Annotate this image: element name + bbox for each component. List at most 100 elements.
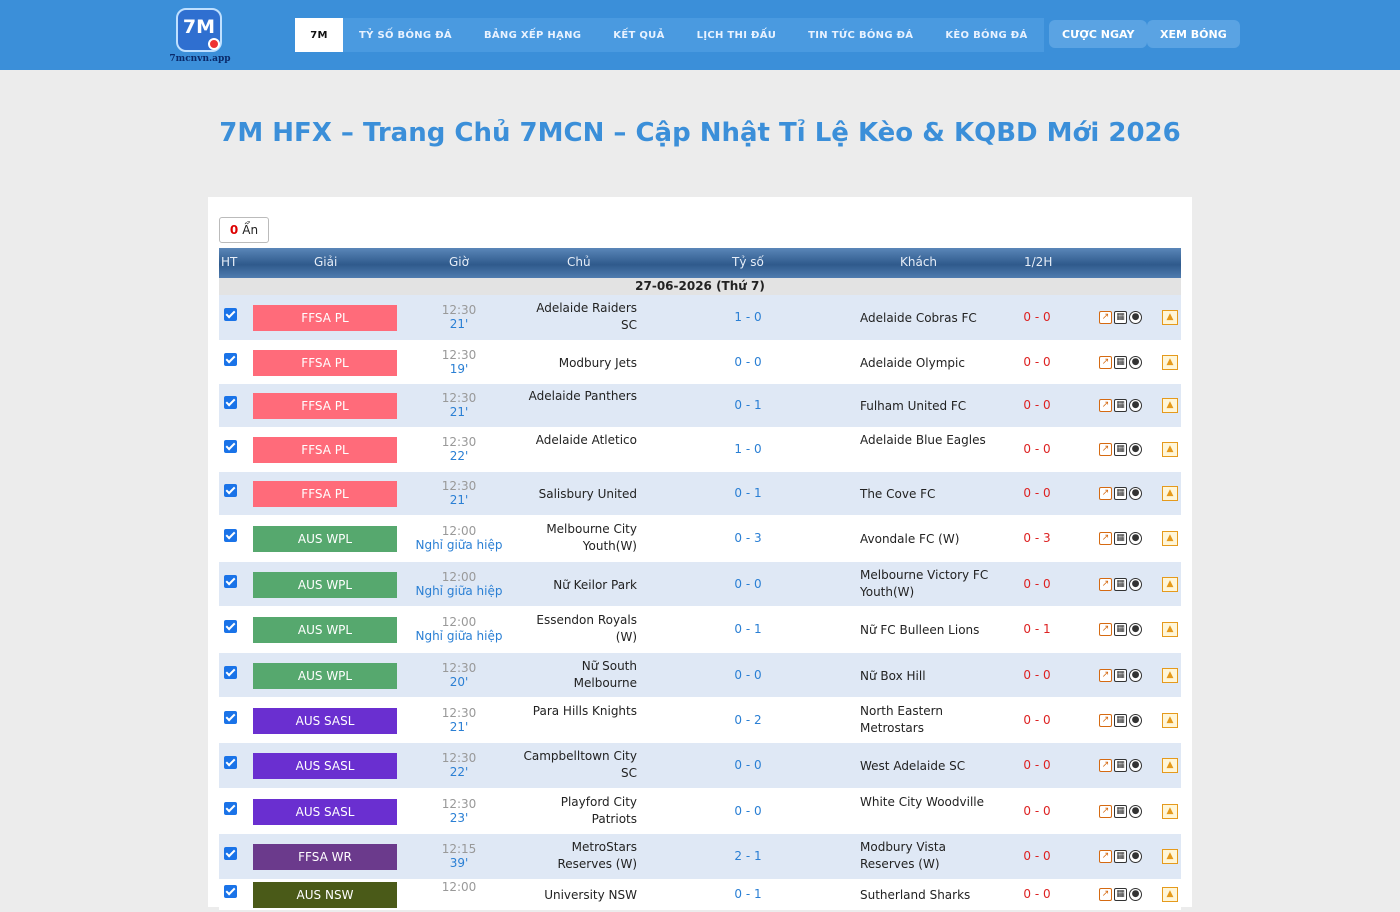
football-icon[interactable]: ●	[1129, 759, 1142, 772]
analysis-icon[interactable]: ▦	[1114, 532, 1127, 545]
away-team[interactable]: Modbury Vista Reserves (W)	[860, 839, 990, 873]
match-row[interactable]: AUS WPL 12:00 Nghỉ giữa hiệp Melbourne C…	[219, 516, 1181, 562]
match-score[interactable]: 0 - 1	[709, 622, 787, 636]
nav-item-6[interactable]: KÈO BÓNG ĐÁ	[929, 18, 1043, 52]
match-score[interactable]: 0 - 0	[709, 355, 787, 369]
away-team[interactable]: Sutherland Sharks	[860, 878, 990, 912]
odds-chart-icon[interactable]: ↗	[1099, 443, 1112, 456]
nav-item-0[interactable]: 7M	[295, 18, 343, 52]
match-score[interactable]: 1 - 0	[709, 442, 787, 456]
match-row[interactable]: AUS SASL 12:30 21' Para Hills Knights 0 …	[219, 698, 1181, 743]
match-score[interactable]: 1 - 0	[709, 310, 787, 324]
home-team[interactable]: Adelaide Raiders SC	[519, 300, 637, 334]
match-row[interactable]: FFSA PL 12:30 22' Adelaide Atletico 1 - …	[219, 428, 1181, 472]
analysis-icon[interactable]: ▦	[1114, 623, 1127, 636]
match-checkbox[interactable]	[224, 308, 237, 321]
home-team[interactable]: Nữ South Melbourne	[519, 658, 637, 692]
away-team[interactable]: Avondale FC (W)	[860, 522, 990, 556]
match-score[interactable]: 0 - 1	[709, 887, 787, 901]
pin-top-icon[interactable]: ▲	[1162, 622, 1178, 637]
football-icon[interactable]: ●	[1129, 487, 1142, 500]
league-badge[interactable]: FFSA PL	[253, 350, 397, 376]
analysis-icon[interactable]: ▦	[1114, 311, 1127, 324]
odds-chart-icon[interactable]: ↗	[1099, 714, 1112, 727]
odds-chart-icon[interactable]: ↗	[1099, 669, 1112, 682]
match-score[interactable]: 0 - 0	[709, 804, 787, 818]
analysis-icon[interactable]: ▦	[1114, 669, 1127, 682]
league-badge[interactable]: AUS SASL	[253, 799, 397, 825]
league-badge[interactable]: AUS WPL	[253, 526, 397, 552]
match-score[interactable]: 0 - 0	[709, 668, 787, 682]
analysis-icon[interactable]: ▦	[1114, 714, 1127, 727]
match-checkbox[interactable]	[224, 885, 237, 898]
league-badge[interactable]: FFSA PL	[253, 481, 397, 507]
analysis-icon[interactable]: ▦	[1114, 578, 1127, 591]
football-icon[interactable]: ●	[1129, 850, 1142, 863]
football-icon[interactable]: ●	[1129, 888, 1142, 901]
league-badge[interactable]: AUS WPL	[253, 663, 397, 689]
home-team[interactable]: Adelaide Atletico	[519, 432, 637, 449]
football-icon[interactable]: ●	[1129, 532, 1142, 545]
home-team[interactable]: Melbourne City Youth(W)	[519, 521, 637, 555]
match-row[interactable]: AUS WPL 12:00 Nghỉ giữa hiệp Essendon Ro…	[219, 607, 1181, 653]
match-checkbox[interactable]	[224, 711, 237, 724]
hidden-matches-button[interactable]: 0 Ẩn	[219, 217, 269, 243]
odds-chart-icon[interactable]: ↗	[1099, 399, 1112, 412]
pin-top-icon[interactable]: ▲	[1162, 310, 1178, 325]
watch-football-button[interactable]: XEM BÓNG	[1147, 20, 1240, 48]
match-score[interactable]: 0 - 1	[709, 486, 787, 500]
league-badge[interactable]: AUS SASL	[253, 708, 397, 734]
away-team[interactable]: Adelaide Blue Eagles	[860, 432, 990, 449]
football-icon[interactable]: ●	[1129, 356, 1142, 369]
match-checkbox[interactable]	[224, 620, 237, 633]
football-icon[interactable]: ●	[1129, 623, 1142, 636]
odds-chart-icon[interactable]: ↗	[1099, 623, 1112, 636]
match-checkbox[interactable]	[224, 484, 237, 497]
match-row[interactable]: FFSA PL 12:30 21' Adelaide Raiders SC 1 …	[219, 295, 1181, 341]
nav-item-4[interactable]: LỊCH THI ĐẤU	[681, 18, 793, 52]
match-score[interactable]: 0 - 0	[709, 758, 787, 772]
match-row[interactable]: AUS WPL 12:00 Nghỉ giữa hiệp Nữ Keilor P…	[219, 562, 1181, 607]
odds-chart-icon[interactable]: ↗	[1099, 850, 1112, 863]
pin-top-icon[interactable]: ▲	[1162, 758, 1178, 773]
match-row[interactable]: AUS SASL 12:30 23' Playford City Patriot…	[219, 789, 1181, 834]
match-checkbox[interactable]	[224, 847, 237, 860]
home-team[interactable]: Playford City Patriots	[519, 794, 637, 828]
bet-now-button[interactable]: CƯỢC NGAY	[1049, 20, 1148, 48]
football-icon[interactable]: ●	[1129, 805, 1142, 818]
away-team[interactable]: White City Woodville	[860, 794, 990, 811]
home-team[interactable]: Nữ Keilor Park	[519, 568, 637, 602]
league-badge[interactable]: FFSA WR	[253, 844, 397, 870]
away-team[interactable]: The Cove FC	[860, 477, 990, 511]
home-team[interactable]: Campbelltown City SC	[519, 748, 637, 782]
away-team[interactable]: Nữ Box Hill	[860, 659, 990, 693]
pin-top-icon[interactable]: ▲	[1162, 804, 1178, 819]
match-score[interactable]: 0 - 2	[709, 713, 787, 727]
home-team[interactable]: MetroStars Reserves (W)	[519, 839, 637, 873]
league-badge[interactable]: AUS WPL	[253, 617, 397, 643]
pin-top-icon[interactable]: ▲	[1162, 442, 1178, 457]
match-checkbox[interactable]	[224, 575, 237, 588]
match-row[interactable]: FFSA PL 12:30 21' Adelaide Panthers 0 - …	[219, 384, 1181, 428]
match-row[interactable]: FFSA PL 12:30 21' Salisbury United 0 - 1…	[219, 472, 1181, 516]
football-icon[interactable]: ●	[1129, 399, 1142, 412]
nav-item-5[interactable]: TIN TỨC BÓNG ĐÁ	[792, 18, 929, 52]
home-team[interactable]: Modbury Jets	[519, 346, 637, 380]
pin-top-icon[interactable]: ▲	[1162, 486, 1178, 501]
analysis-icon[interactable]: ▦	[1114, 759, 1127, 772]
analysis-icon[interactable]: ▦	[1114, 850, 1127, 863]
football-icon[interactable]: ●	[1129, 669, 1142, 682]
away-team[interactable]: Fulham United FC	[860, 389, 990, 423]
away-team[interactable]: North Eastern Metrostars	[860, 703, 990, 737]
home-team[interactable]: Salisbury United	[519, 477, 637, 511]
site-logo[interactable]: 7M 7mcnvn.app	[168, 6, 232, 66]
league-badge[interactable]: AUS NSW	[253, 882, 397, 908]
league-badge[interactable]: FFSA PL	[253, 393, 397, 419]
league-badge[interactable]: FFSA PL	[253, 305, 397, 331]
match-score[interactable]: 0 - 3	[709, 531, 787, 545]
nav-item-1[interactable]: TỶ SỐ BÓNG ĐÁ	[343, 18, 468, 52]
analysis-icon[interactable]: ▦	[1114, 399, 1127, 412]
odds-chart-icon[interactable]: ↗	[1099, 487, 1112, 500]
match-row[interactable]: AUS SASL 12:30 22' Campbelltown City SC …	[219, 743, 1181, 789]
match-score[interactable]: 0 - 0	[709, 577, 787, 591]
